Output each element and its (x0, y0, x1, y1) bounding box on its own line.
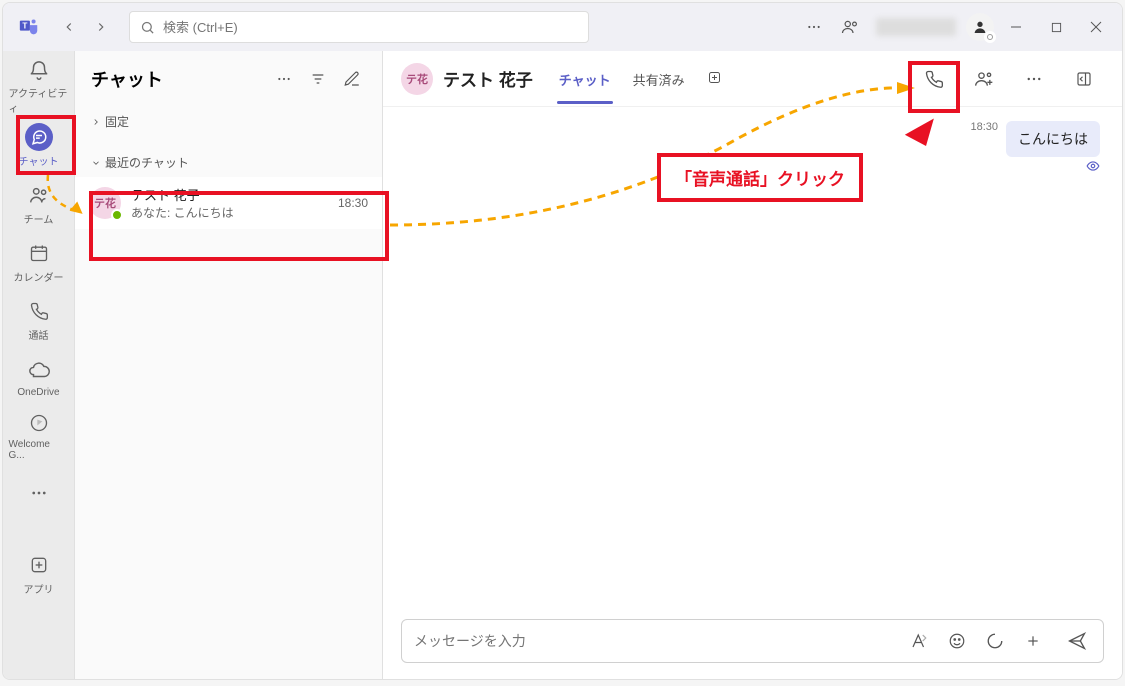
search-box[interactable] (129, 11, 589, 43)
audio-call-button[interactable] (914, 59, 954, 99)
chat-list-title: チャット (91, 66, 264, 92)
chat-item-preview: あなた: こんにちは (131, 204, 328, 221)
rail-teams[interactable]: チーム (9, 175, 69, 231)
tab-shared[interactable]: 共有済み (631, 54, 687, 103)
rail-apps[interactable]: アプリ (9, 545, 69, 601)
chevron-right-icon (91, 117, 101, 127)
composer-input[interactable] (414, 633, 895, 649)
presence-available-icon (111, 209, 123, 221)
conv-title: テスト 花子 (443, 66, 533, 91)
chevron-down-icon (91, 158, 101, 168)
send-button[interactable] (1063, 627, 1091, 655)
minimize-button[interactable] (998, 13, 1034, 41)
rail-welcome-label: Welcome G... (9, 439, 69, 461)
rail-calendar[interactable]: カレンダー (9, 233, 69, 289)
more-button[interactable] (798, 11, 830, 43)
conversation-panel: テ花 テスト 花子 チャット 共有済み 18:30 (383, 51, 1122, 679)
rail-activity[interactable]: アクティビティ (9, 59, 69, 115)
rail-welcome[interactable]: Welcome G... (9, 407, 69, 463)
emoji-button[interactable] (943, 627, 971, 655)
rail-calendar-label: カレンダー (14, 269, 64, 284)
maximize-button[interactable] (1038, 13, 1074, 41)
app-rail: アクティビティ チャット チーム カレンダー 通話 OneDrive (3, 51, 75, 679)
rail-apps-label: アプリ (24, 581, 54, 596)
svg-text:T: T (22, 21, 27, 30)
rail-calls-label: 通話 (29, 327, 49, 342)
nav-back-button[interactable] (55, 13, 83, 41)
avatar-initials: テ花 (406, 71, 428, 87)
conversation-body: 18:30 こんにちは (383, 107, 1122, 611)
message-bubble[interactable]: こんにちは (1006, 121, 1100, 157)
conv-avatar: テ花 (401, 63, 433, 95)
seen-icon (1086, 159, 1100, 178)
chat-avatar: テ花 (89, 187, 121, 219)
conv-more-button[interactable] (1014, 59, 1054, 99)
rail-chat-label: チャット (19, 153, 59, 168)
search-icon (140, 20, 155, 35)
rail-more[interactable] (9, 465, 69, 521)
chat-item-time: 18:30 (338, 196, 368, 210)
chat-more-button[interactable] (270, 65, 298, 93)
account-name-redacted (876, 18, 956, 36)
loop-button[interactable] (981, 627, 1009, 655)
conversation-header: テ花 テスト 花子 チャット 共有済み (383, 51, 1122, 107)
attach-button[interactable] (1019, 627, 1047, 655)
chat-list-panel: チャット 固定 最近のチャット テ花 テスト 花子 あなた (75, 51, 383, 679)
presence-offline-icon (984, 31, 996, 43)
avatar-initials: テ花 (94, 195, 116, 211)
tab-chat[interactable]: チャット (557, 54, 613, 103)
rail-onedrive[interactable]: OneDrive (9, 349, 69, 405)
rail-teams-label: チーム (24, 211, 54, 226)
section-recent[interactable]: 最近のチャット (75, 148, 382, 177)
format-button[interactable] (905, 627, 933, 655)
section-recent-label: 最近のチャット (105, 154, 189, 171)
rail-chat[interactable]: チャット (9, 117, 69, 173)
section-pinned[interactable]: 固定 (75, 107, 382, 136)
section-pinned-label: 固定 (105, 113, 129, 130)
new-chat-button[interactable] (338, 65, 366, 93)
rail-activity-label: アクティビティ (9, 85, 69, 115)
popout-button[interactable] (1064, 59, 1104, 99)
chat-list-header: チャット (75, 51, 382, 107)
message-row: 18:30 こんにちは (405, 121, 1100, 178)
message-time: 18:30 (970, 121, 998, 133)
teams-logo: T (11, 9, 47, 45)
people-button[interactable] (834, 11, 866, 43)
search-input[interactable] (163, 20, 578, 35)
chat-item-name: テスト 花子 (131, 185, 328, 204)
titlebar: T (3, 3, 1122, 51)
message-composer[interactable] (401, 619, 1104, 663)
close-button[interactable] (1078, 13, 1114, 41)
nav-forward-button[interactable] (87, 13, 115, 41)
profile-avatar[interactable] (966, 13, 994, 41)
rail-calls[interactable]: 通話 (9, 291, 69, 347)
rail-onedrive-label: OneDrive (17, 387, 59, 398)
chat-list-item[interactable]: テ花 テスト 花子 あなた: こんにちは 18:30 (75, 177, 382, 229)
chat-filter-button[interactable] (304, 65, 332, 93)
tab-add[interactable] (705, 54, 724, 103)
add-people-button[interactable] (964, 59, 1004, 99)
